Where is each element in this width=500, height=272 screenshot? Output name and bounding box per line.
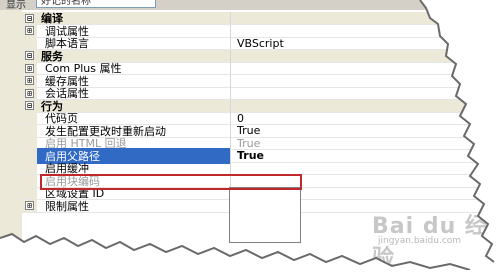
row-gutter: ⊞	[22, 199, 37, 212]
column-divider[interactable]	[230, 162, 231, 174]
row-gutter: ⊞	[22, 87, 37, 99]
row-gutter	[22, 187, 37, 199]
row-gutter: ⊞	[22, 24, 37, 37]
site-watermark: www.lasy.net	[6, 254, 65, 264]
property-value[interactable]: VBScript	[231, 37, 284, 50]
expand-icon[interactable]: ⊞	[25, 201, 34, 210]
expand-icon[interactable]: ⊞	[25, 26, 34, 35]
property-value[interactable]: 0	[231, 112, 244, 125]
highlight-annotation	[40, 174, 302, 190]
expand-icon[interactable]: ⊞	[25, 63, 34, 73]
collapse-icon[interactable]: ⊟	[25, 13, 34, 23]
collapse-icon[interactable]: ⊟	[25, 51, 34, 60]
left-pane	[0, 10, 23, 270]
screenshot-stage: 显示 好记的名称 ⊟ 编译 ⊞ 调试属性 脚本语言 VBScript ⊟ 服务 ⊞ Com Plu…	[0, 0, 500, 271]
baidu-watermark: Bai du 经验 jingyan.baidu.com	[372, 208, 492, 271]
row-gutter: ⊞	[22, 62, 37, 74]
row-gutter	[22, 124, 37, 137]
column-divider[interactable]	[230, 62, 231, 74]
property-value[interactable]: True	[231, 149, 264, 162]
collapse-icon[interactable]: ⊟	[25, 101, 34, 110]
expand-icon[interactable]: ⊞	[25, 88, 34, 98]
row-gutter	[22, 37, 37, 49]
property-value[interactable]: True	[231, 124, 260, 137]
column-divider[interactable]	[230, 49, 231, 62]
sort-dropdown[interactable]: 好记的名称	[36, 0, 156, 8]
property-name: 限制属性	[45, 199, 89, 213]
column-divider[interactable]	[230, 87, 231, 99]
value-dropdown-list[interactable]	[229, 187, 301, 243]
expand-icon[interactable]: ⊞	[25, 76, 34, 85]
column-divider[interactable]	[230, 74, 231, 87]
row-gutter: ⊟	[22, 49, 37, 62]
column-divider[interactable]	[230, 24, 231, 37]
row-gutter	[22, 137, 37, 149]
row-gutter	[22, 162, 37, 174]
row-gutter	[22, 174, 37, 187]
property-value[interactable]: True	[231, 137, 260, 150]
row-gutter	[22, 112, 37, 124]
row-gutter	[22, 149, 37, 162]
row-gutter: ⊟	[22, 12, 37, 24]
column-divider[interactable]	[230, 99, 231, 112]
row-gutter: ⊞	[22, 74, 37, 87]
baidu-watermark-url: jingyan.baidu.com	[378, 236, 462, 246]
row-gutter: ⊟	[22, 99, 37, 112]
column-divider[interactable]	[230, 12, 231, 24]
